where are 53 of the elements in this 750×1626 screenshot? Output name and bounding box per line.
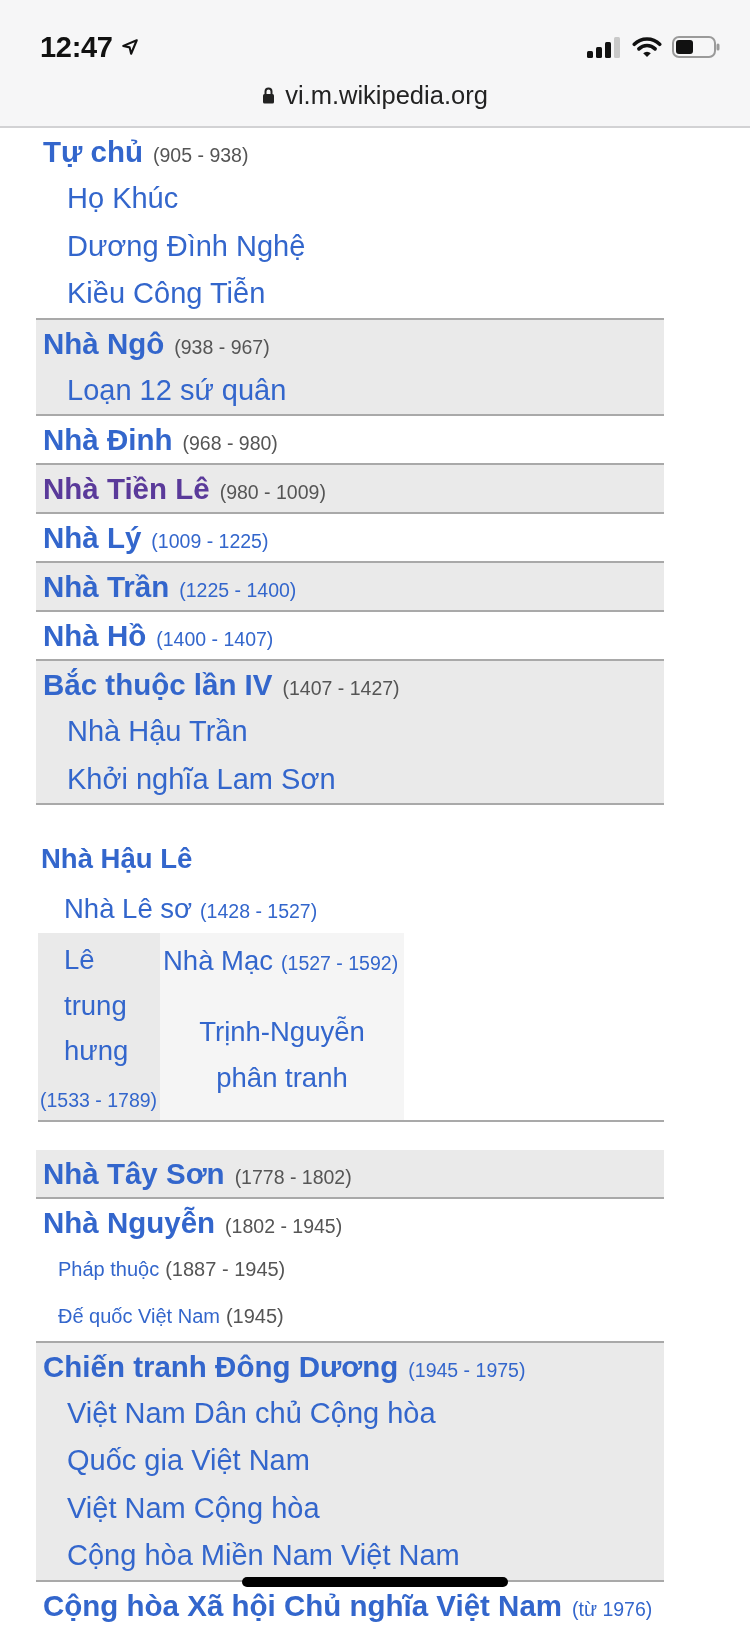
sub-period-link[interactable]: Loạn 12 sứ quân (67, 373, 287, 406)
year-range: (938 - 967) (174, 335, 270, 358)
year-range[interactable]: (1225 - 1400) (179, 579, 297, 601)
period-link[interactable]: Nhà Nguyễn (43, 1205, 216, 1239)
year-range: (1887 - 1945) (165, 1257, 286, 1280)
year-range: (1407 - 1427) (282, 677, 400, 699)
sub-period-link[interactable]: Quốc gia Việt Nam (67, 1444, 310, 1476)
period-link[interactable]: Chiến tranh Đông Dương (43, 1349, 399, 1383)
sub-period-link[interactable]: Dương Đình Nghệ (67, 229, 306, 262)
sub-period-link[interactable]: Pháp thuộc (58, 1257, 160, 1280)
location-arrow-icon (120, 38, 139, 56)
period-link[interactable]: Nhà Ngô (43, 326, 165, 360)
url-text[interactable]: vi.m.wikipedia.org (285, 80, 488, 110)
sub-period-link[interactable]: Khởi nghĩa Lam Sơn (67, 762, 336, 795)
sub-period-link[interactable]: Đế quốc Việt Nam (58, 1305, 220, 1327)
sub-period-link[interactable]: Việt Nam Dân chủ Cộng hòa (67, 1396, 436, 1429)
period-link[interactable]: Nhà Hồ (43, 619, 147, 652)
period-link[interactable]: Nhà Lý (43, 521, 142, 554)
period-link[interactable]: Cộng hòa Xã hội Chủ nghĩa Việt Nam (43, 1588, 562, 1622)
period-link[interactable]: Tự chủ (43, 135, 144, 168)
period-link[interactable]: Nhà Tây Sơn (43, 1156, 225, 1190)
year-range[interactable]: (1527 - 1592) (281, 952, 399, 974)
clock-time: 12:47 (40, 30, 113, 64)
year-range: (905 - 938) (153, 144, 249, 166)
year-range[interactable]: (1009 - 1225) (151, 530, 269, 552)
year-range[interactable]: (1533 - 1789) (40, 1079, 160, 1120)
sub-period-link[interactable]: Kiều Công Tiễn (67, 277, 266, 309)
year-range: (1802 - 1945) (225, 1214, 343, 1237)
sub-period-link[interactable]: Nhà Mạc (163, 945, 274, 976)
year-range: (968 - 980) (182, 432, 278, 454)
sub-period-link[interactable]: Việt Nam Cộng hòa (67, 1491, 320, 1524)
sub-period-link[interactable]: Cộng hòa Miền Nam Việt Nam (67, 1539, 460, 1571)
period-link[interactable]: Nhà Đinh (43, 423, 173, 456)
year-range[interactable]: (từ 1976) (572, 1597, 653, 1620)
sub-period-link[interactable]: Trịnh-Nguyễn phân tranh (172, 1009, 392, 1101)
year-range[interactable]: (1400 - 1407) (156, 628, 274, 650)
battery-icon (672, 36, 720, 58)
year-range: (1778 - 1802) (234, 1165, 352, 1188)
sub-period-link[interactable]: Lê trung hưng (64, 937, 160, 1074)
year-range: (1945) (225, 1305, 284, 1327)
period-link[interactable]: Nhà Hậu Lê (41, 843, 193, 874)
wifi-icon (632, 36, 662, 58)
lock-icon (262, 86, 276, 104)
sub-period-link[interactable]: Họ Khúc (67, 182, 179, 214)
sub-period-link[interactable]: Nhà Hậu Trần (67, 715, 248, 747)
signal-icon (587, 36, 621, 58)
period-link[interactable]: Bắc thuộc lần IV (43, 668, 273, 701)
sub-period-link[interactable]: Nhà Lê sơ (64, 893, 193, 924)
year-range[interactable]: (1945 - 1975) (408, 1358, 526, 1381)
year-range[interactable]: (1428 - 1527) (200, 900, 318, 922)
period-link[interactable]: Nhà Tiền Lê (43, 472, 210, 505)
year-range: (980 - 1009) (219, 481, 326, 503)
period-link[interactable]: Nhà Trần (43, 570, 170, 603)
